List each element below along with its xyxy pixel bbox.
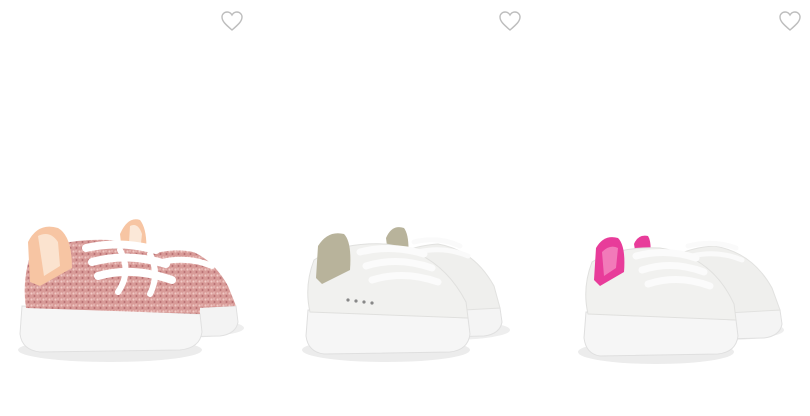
white-sneaker-image (302, 227, 510, 362)
heart-outline-icon (221, 11, 243, 31)
heart-outline-icon (499, 11, 521, 31)
product-image[interactable] (278, 190, 540, 380)
glitter-sneaker-image (18, 219, 244, 362)
product-card[interactable] (0, 0, 262, 416)
wishlist-button[interactable] (778, 10, 802, 32)
heart-outline-icon (779, 11, 801, 31)
wishlist-button[interactable] (498, 10, 522, 32)
white-pink-sneaker-image (578, 235, 784, 364)
product-image[interactable] (556, 190, 810, 380)
product-card[interactable] (278, 0, 540, 416)
product-grid (0, 0, 810, 416)
product-card[interactable] (556, 0, 810, 416)
product-image[interactable] (0, 190, 262, 380)
wishlist-button[interactable] (220, 10, 244, 32)
